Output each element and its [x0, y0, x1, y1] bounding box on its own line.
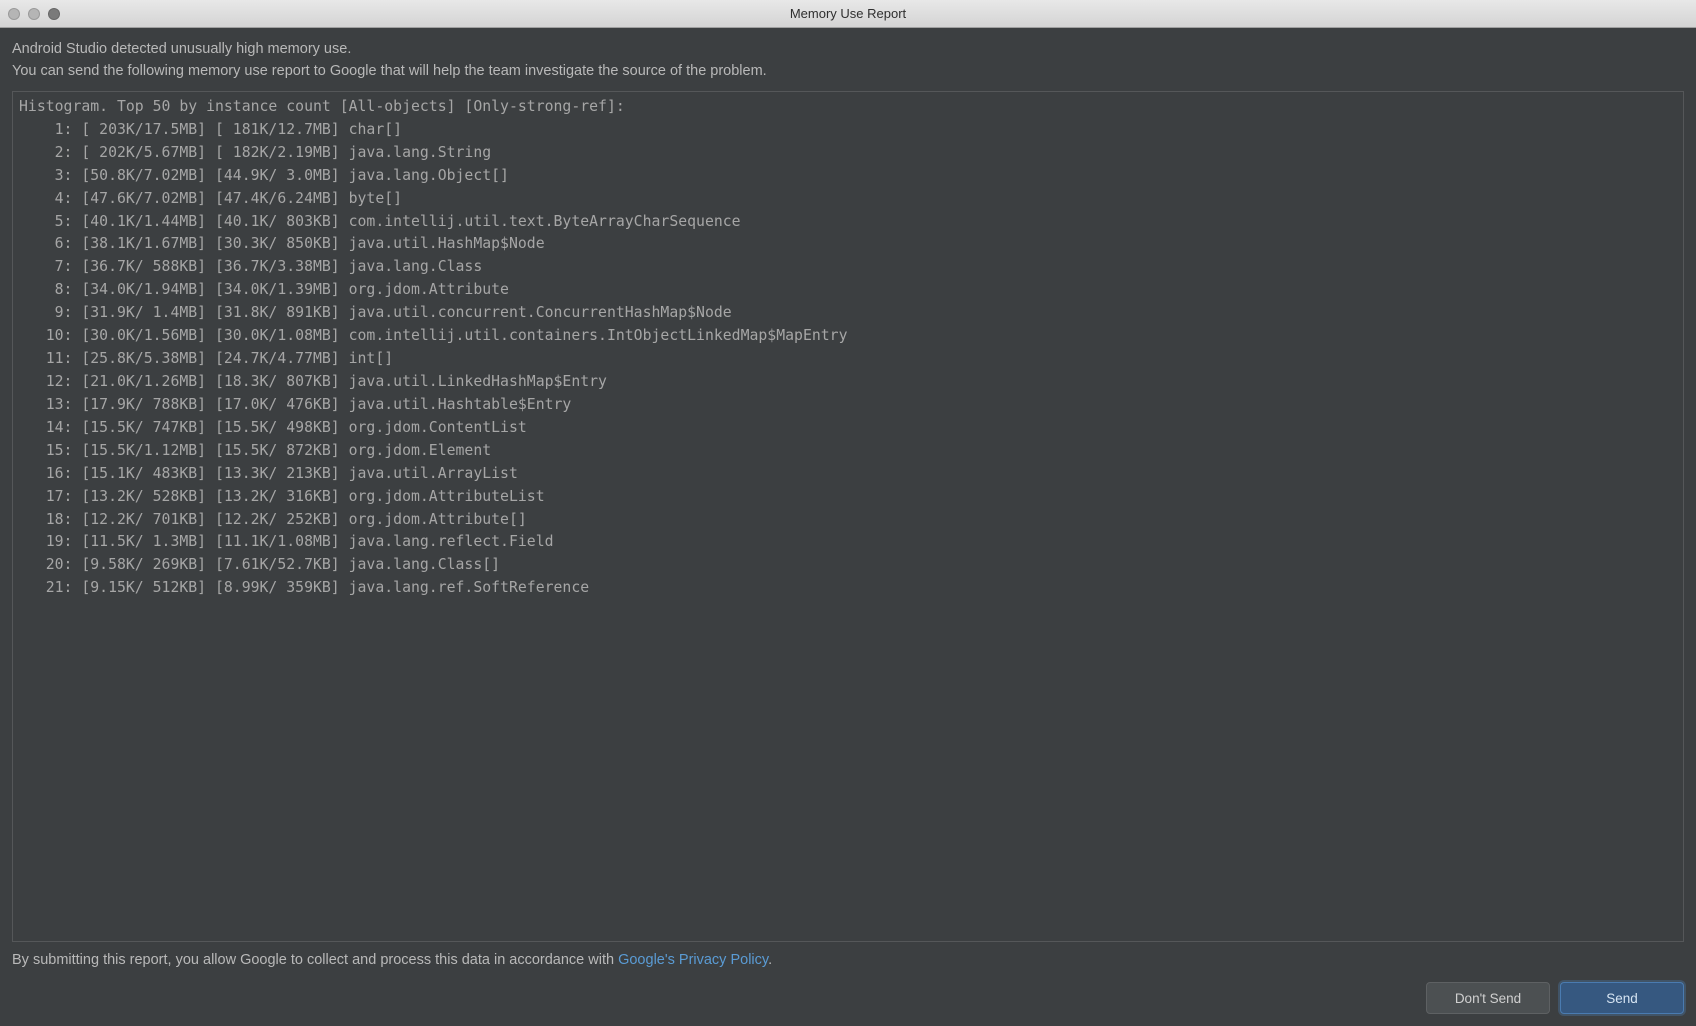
titlebar: Memory Use Report — [0, 0, 1696, 28]
dialog-body: Android Studio detected unusually high m… — [0, 28, 1696, 1026]
dont-send-button[interactable]: Don't Send — [1426, 982, 1550, 1014]
report-content: Histogram. Top 50 by instance count [All… — [19, 96, 1677, 600]
intro-line-1: Android Studio detected unusually high m… — [12, 38, 1684, 60]
privacy-prefix: By submitting this report, you allow Goo… — [12, 952, 618, 968]
button-row: Don't Send Send — [12, 982, 1684, 1014]
privacy-notice: By submitting this report, you allow Goo… — [12, 952, 1684, 968]
window-title: Memory Use Report — [0, 6, 1696, 21]
intro-text: Android Studio detected unusually high m… — [12, 38, 1684, 83]
privacy-suffix: . — [768, 952, 772, 968]
maximize-icon[interactable] — [48, 8, 60, 20]
window-controls — [8, 8, 60, 20]
minimize-icon[interactable] — [28, 8, 40, 20]
intro-line-2: You can send the following memory use re… — [12, 60, 1684, 82]
close-icon[interactable] — [8, 8, 20, 20]
report-textarea[interactable]: Histogram. Top 50 by instance count [All… — [12, 91, 1684, 942]
privacy-policy-link[interactable]: Google's Privacy Policy — [618, 952, 768, 968]
send-button[interactable]: Send — [1560, 982, 1684, 1014]
